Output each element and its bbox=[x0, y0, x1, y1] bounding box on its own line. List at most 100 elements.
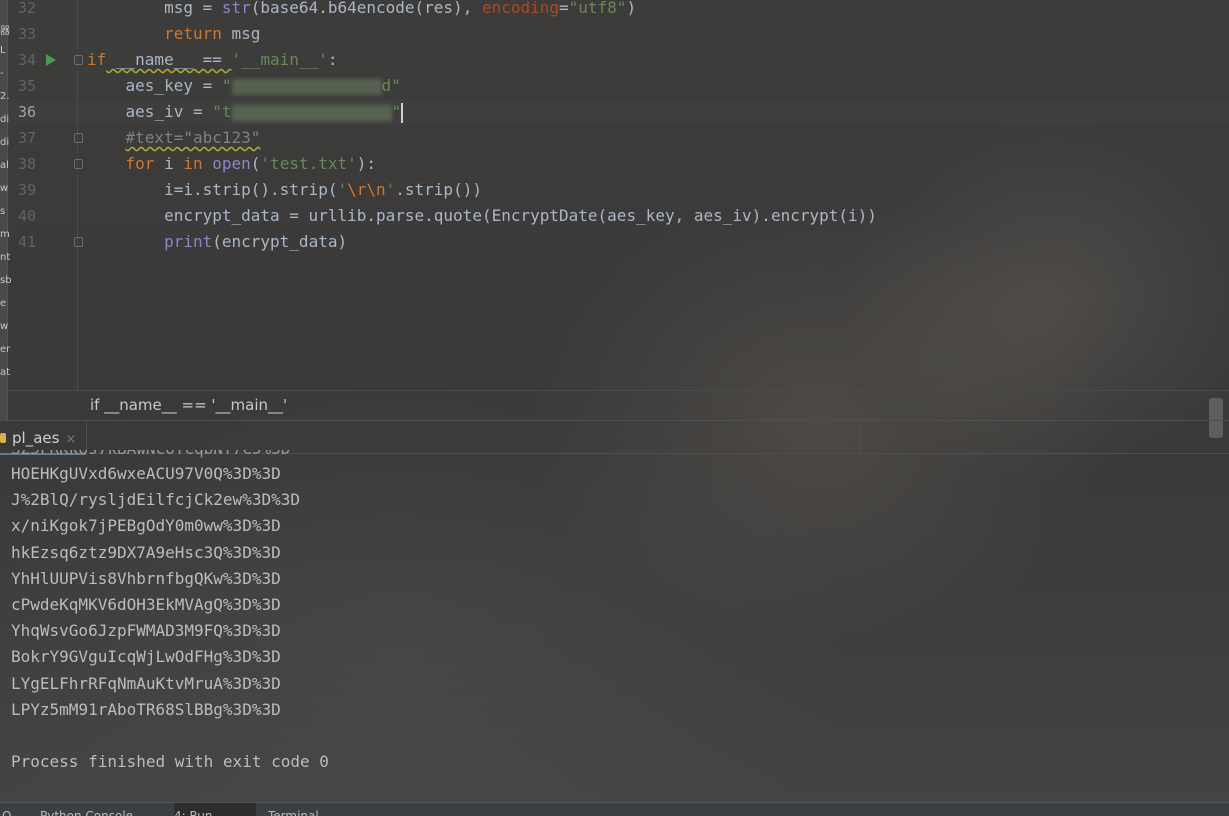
tool-item-terminal[interactable]: Terminal bbox=[268, 803, 368, 816]
code-token: encrypt_data = urllib.parse.quote(Encryp… bbox=[87, 206, 694, 225]
code-token: " bbox=[221, 76, 232, 95]
console-line: YhHlUUPVis8VhbrnfbgQKw%3D%3D bbox=[11, 568, 281, 588]
code-token: = bbox=[559, 0, 569, 17]
code-text: aes_iv = "t " bbox=[87, 99, 404, 125]
line-number: 40 bbox=[17, 207, 36, 225]
code-token: if bbox=[87, 50, 107, 69]
tool-item-run[interactable]: 4: Run bbox=[174, 803, 256, 816]
code-text: print(encrypt_data) bbox=[87, 229, 347, 255]
code-token: #text="abc123" bbox=[125, 128, 261, 147]
code-token: str bbox=[221, 0, 251, 17]
code-line[interactable]: 34 if __name__ == '__main__': bbox=[8, 47, 1229, 73]
code-line[interactable]: 36 aes_iv = "t " bbox=[8, 99, 1229, 125]
line-number: 34 bbox=[17, 51, 36, 69]
run-gutter-icon[interactable] bbox=[46, 54, 56, 66]
tool-item-q[interactable]: Q bbox=[2, 803, 32, 816]
code-token: (encrypt_data) bbox=[212, 232, 348, 251]
code-token: msg = bbox=[87, 0, 222, 17]
code-text: msg = str(base64.b64encode(res), encodin… bbox=[87, 0, 636, 21]
code-text: aes_key = " d" bbox=[87, 73, 401, 99]
tab-pl-aes[interactable]: pl_aes × bbox=[0, 421, 86, 455]
code-token: '__main__' bbox=[231, 50, 328, 69]
code-token: print bbox=[164, 232, 213, 251]
console-line: J%2BlQ/rysljdEilfcjCk2ew%3D%3D bbox=[11, 490, 300, 510]
code-token: (base64.b64encode(res), bbox=[250, 0, 482, 17]
tab-label: pl_aes bbox=[12, 429, 60, 447]
code-line[interactable]: 40 encrypt_data = urllib.parse.quote(Enc… bbox=[8, 203, 1229, 229]
redacted-secret bbox=[231, 104, 392, 121]
code-token: " bbox=[391, 102, 402, 121]
code-token: in bbox=[183, 154, 203, 173]
code-line[interactable]: 33 return msg bbox=[8, 21, 1229, 47]
code-text: for i in open('test.txt'): bbox=[87, 151, 376, 177]
code-text: i=i.strip().strip('\r\n'.strip()) bbox=[87, 177, 482, 203]
code-text: encrypt_data = urllib.parse.quote(Encryp… bbox=[87, 203, 877, 229]
code-token: \r\n bbox=[347, 180, 386, 199]
close-icon[interactable]: × bbox=[65, 432, 76, 447]
project-panel-fragment: L bbox=[0, 45, 6, 56]
run-console-output[interactable]: SZ5FRKkUs7kBAwNc6YCqbNY7C5%3D HOEHKgUVxd… bbox=[0, 450, 1229, 800]
python-file-icon bbox=[0, 433, 6, 443]
console-line: x/niKgok7jPEBgOdY0m0ww%3D%3D bbox=[11, 516, 281, 536]
bottom-tool-window-bar: Q Python Console 4: Run Terminal bbox=[0, 802, 1229, 816]
project-panel-fragment: s bbox=[0, 206, 6, 217]
fold-marker-icon[interactable] bbox=[74, 133, 83, 143]
line-number: 41 bbox=[17, 233, 36, 251]
code-token: .strip()) bbox=[395, 180, 482, 199]
console-line: hkEzsq6ztz9DX7A9eHsc3Q%3D%3D bbox=[11, 542, 281, 562]
line-number: 32 bbox=[17, 0, 36, 17]
code-line[interactable]: 41 print(encrypt_data) bbox=[8, 229, 1229, 255]
code-line[interactable]: 37 #text="abc123" bbox=[8, 125, 1229, 151]
code-token: : bbox=[327, 50, 338, 69]
console-line: BokrY9GVguIcqWjLwOdFHg%3D%3D bbox=[11, 647, 281, 667]
code-token: encoding bbox=[481, 0, 560, 17]
text-caret bbox=[401, 102, 404, 123]
code-token: aes_key = bbox=[87, 76, 222, 95]
process-exit-message: Process finished with exit code 0 bbox=[11, 752, 329, 772]
code-token: ' bbox=[337, 180, 348, 199]
project-panel-fragment: w bbox=[0, 321, 9, 332]
line-number: 36 bbox=[17, 103, 36, 121]
code-token: i bbox=[154, 154, 184, 173]
tab-divider bbox=[86, 421, 87, 455]
line-number: 39 bbox=[17, 181, 36, 199]
project-panel-edge[interactable]: 器 L -2. di di al w s m nt sb e w er at bbox=[0, 0, 12, 420]
code-token: aes_iv bbox=[693, 206, 752, 225]
code-token: aes_iv = bbox=[87, 102, 213, 121]
code-editor[interactable]: 32 msg = str(base64.b64encode(res), enco… bbox=[8, 0, 1229, 390]
code-token: __name__ == bbox=[106, 50, 232, 69]
redacted-secret bbox=[231, 78, 382, 95]
line-number: 33 bbox=[17, 25, 36, 43]
run-tab-bar: pl_aes × bbox=[0, 420, 1229, 455]
line-number: 37 bbox=[17, 129, 36, 147]
breadcrumb[interactable]: if __name__ == '__main__' bbox=[8, 390, 1229, 418]
fold-marker-icon[interactable] bbox=[74, 237, 83, 247]
code-line[interactable]: 32 msg = str(base64.b64encode(res), enco… bbox=[8, 0, 1229, 21]
console-line: LYgELFhrRFqNmAuKtvMruA%3D%3D bbox=[11, 673, 281, 693]
code-line[interactable]: 35 aes_key = " d" bbox=[8, 73, 1229, 99]
code-token: d" bbox=[381, 76, 401, 95]
project-panel-fragment: w bbox=[0, 183, 9, 194]
code-token: ( bbox=[250, 154, 261, 173]
code-token: "utf8" bbox=[568, 0, 627, 17]
console-line: HOEHKgUVxd6wxeACU97V0Q%3D%3D bbox=[11, 464, 281, 483]
console-line: YhqWsvGo6JzpFWMAD3M9FQ%3D%3D bbox=[11, 621, 281, 641]
code-text: #text="abc123" bbox=[87, 125, 261, 151]
code-line[interactable]: 39 i=i.strip().strip('\r\n'.strip()) bbox=[8, 177, 1229, 203]
tool-item-python-console[interactable]: Python Console bbox=[40, 803, 170, 816]
console-line: cPwdeKqMKV6dOH3EkMVAgQ%3D%3D bbox=[11, 595, 281, 614]
fold-marker-icon[interactable] bbox=[74, 55, 83, 65]
project-panel-fragment: e bbox=[0, 298, 7, 309]
code-token: 'test.txt' bbox=[260, 154, 357, 173]
code-token: open bbox=[212, 154, 251, 173]
code-token: return bbox=[164, 24, 222, 43]
fold-marker-icon[interactable] bbox=[74, 159, 83, 169]
code-line[interactable]: 38 for i in open('test.txt'): bbox=[8, 151, 1229, 177]
code-token: ' bbox=[385, 180, 396, 199]
line-number: 35 bbox=[17, 77, 36, 95]
line-number: 38 bbox=[17, 155, 36, 173]
